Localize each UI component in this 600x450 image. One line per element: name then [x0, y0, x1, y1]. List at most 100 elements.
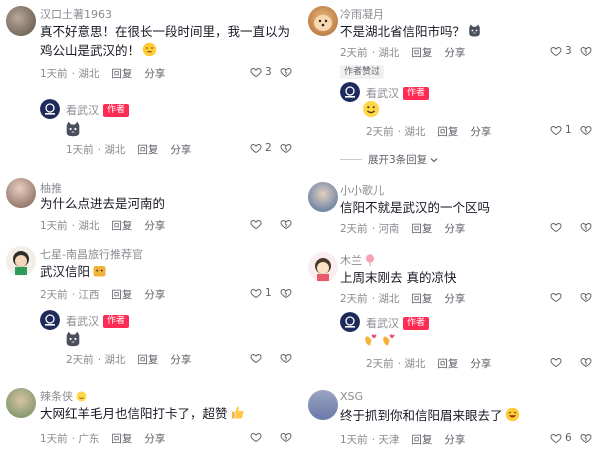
comment-username[interactable]: 小小歌儿	[340, 182, 384, 198]
reply-button[interactable]: 回复	[411, 432, 432, 447]
avatar[interactable]	[6, 6, 36, 36]
reply-button[interactable]: 回复	[437, 356, 458, 371]
dislike-button[interactable]	[280, 287, 292, 299]
reply-time: 2天前	[366, 358, 394, 370]
reply-button[interactable]: 回复	[111, 218, 132, 233]
dislike-button[interactable]	[580, 45, 592, 57]
dislike-button[interactable]	[280, 218, 292, 230]
share-button[interactable]: 分享	[444, 432, 465, 447]
share-button[interactable]: 分享	[444, 45, 465, 60]
reply-button[interactable]: 回复	[137, 352, 158, 367]
share-button[interactable]: 分享	[144, 66, 165, 81]
share-button[interactable]: 分享	[144, 287, 165, 302]
comment-time: 1天前	[40, 68, 68, 80]
comment-actions: 3	[250, 66, 292, 78]
share-button[interactable]: 分享	[444, 291, 465, 306]
share-button[interactable]: 分享	[170, 352, 191, 367]
share-button[interactable]: 分享	[444, 221, 465, 236]
dislike-button[interactable]	[280, 66, 292, 78]
like-button[interactable]	[250, 431, 280, 443]
reply-button[interactable]: 回复	[111, 287, 132, 302]
dislike-button[interactable]	[580, 432, 592, 444]
avatar[interactable]	[6, 388, 36, 418]
author-avatar[interactable]	[340, 312, 360, 332]
comment-text-content: 终于抓到你和信阳眉来眼去了	[340, 408, 503, 423]
avatar[interactable]	[308, 6, 338, 36]
author-username[interactable]: 看武汉	[366, 85, 399, 101]
like-button[interactable]: 1	[250, 287, 280, 299]
comment-meta: 1天前 · 湖北 回复 分享	[40, 66, 177, 81]
avatar[interactable]	[6, 178, 36, 208]
dislike-button[interactable]	[580, 356, 592, 368]
smile-badge-icon	[76, 391, 87, 401]
like-button[interactable]: 6	[550, 432, 580, 444]
reply-location: · 湖北	[397, 126, 426, 138]
avatar[interactable]	[6, 246, 36, 276]
comment-text: 不是湖北省信阳市吗？	[340, 22, 482, 41]
cat-sticker-icon	[64, 330, 82, 348]
heart-icon	[250, 431, 262, 443]
like-button[interactable]: 1	[550, 124, 580, 136]
comment-location: · 天津	[371, 434, 400, 446]
comment-item: 木兰 上周末刚去 真的凉快 2天前 · 湖北 回复 分享 看武汉 作者 2天前 …	[300, 246, 600, 376]
author-username[interactable]: 看武汉	[66, 102, 99, 118]
reply-button[interactable]: 回复	[411, 291, 432, 306]
comment-item: XSG 终于抓到你和信阳眉来眼去了 1天前 · 天津 回复 分享 6	[300, 384, 600, 450]
reply-button[interactable]: 回复	[111, 431, 132, 446]
comment-time: 1天前	[40, 433, 68, 445]
dislike-button[interactable]	[280, 431, 292, 443]
reply-button[interactable]: 回复	[437, 124, 458, 139]
reply-button[interactable]: 回复	[411, 45, 432, 60]
comment-username[interactable]: XSG	[340, 390, 363, 403]
share-button[interactable]: 分享	[470, 356, 491, 371]
reply-button[interactable]: 回复	[411, 221, 432, 236]
comment-meta: 2天前 · 湖北 回复 分享	[340, 45, 477, 60]
share-button[interactable]: 分享	[170, 142, 191, 157]
comment-username[interactable]: 汉口土著1963	[40, 6, 112, 22]
share-button[interactable]: 分享	[144, 218, 165, 233]
reply-button[interactable]: 回复	[137, 142, 158, 157]
like-button[interactable]: 3	[250, 66, 280, 78]
comment-text: 信阳不就是武汉的一个区吗	[340, 200, 491, 215]
dislike-button[interactable]	[580, 124, 592, 136]
avatar[interactable]	[308, 252, 338, 282]
author-avatar[interactable]	[340, 82, 360, 102]
reply-button[interactable]: 回复	[111, 66, 132, 81]
comment-item: 柚推 为什么点进去是河南的 1天前 · 湖北 回复 分享	[0, 172, 300, 232]
comment-username[interactable]: 木兰	[340, 252, 362, 268]
like-button[interactable]	[550, 221, 580, 233]
dislike-button[interactable]	[580, 221, 592, 233]
avatar[interactable]	[308, 390, 338, 420]
like-button[interactable]	[250, 218, 280, 230]
author-avatar[interactable]	[40, 310, 60, 330]
author-username[interactable]: 看武汉	[366, 315, 399, 331]
comment-username[interactable]: 冷雨凝月	[340, 6, 384, 22]
expand-replies-button[interactable]: 展开3条回复	[340, 152, 439, 167]
comment-text-content: 武汉信阳	[40, 264, 91, 279]
broken-heart-icon	[280, 287, 292, 299]
broken-heart-icon	[280, 142, 292, 154]
comment-text: 武汉信阳	[40, 262, 107, 281]
broken-heart-icon	[280, 66, 292, 78]
like-button[interactable]	[550, 291, 580, 303]
left-comment-column: 汉口土著1963 真不好意思！在很长一段时间里，我一直以为鸡公山是武汉的！ 1天…	[0, 0, 300, 450]
like-count: 3	[565, 45, 572, 57]
comment-username[interactable]: 辣条侠	[40, 388, 73, 404]
share-button[interactable]: 分享	[470, 124, 491, 139]
comment-username[interactable]: 七星-南昌旅行推荐官	[40, 246, 143, 262]
like-button[interactable]	[250, 352, 280, 364]
heart-icon	[250, 287, 262, 299]
dislike-button[interactable]	[580, 291, 592, 303]
hand-heart-icon	[383, 334, 395, 346]
author-badge: 作者	[103, 314, 130, 328]
author-avatar[interactable]	[40, 99, 60, 119]
avatar[interactable]	[308, 182, 338, 212]
dislike-button[interactable]	[280, 142, 292, 154]
author-username[interactable]: 看武汉	[66, 313, 99, 329]
share-button[interactable]: 分享	[144, 431, 165, 446]
dislike-button[interactable]	[280, 352, 292, 364]
like-button[interactable]: 3	[550, 45, 580, 57]
like-button[interactable]	[550, 356, 580, 368]
like-button[interactable]: 2	[250, 142, 280, 154]
reply-actions: 1	[550, 124, 592, 136]
